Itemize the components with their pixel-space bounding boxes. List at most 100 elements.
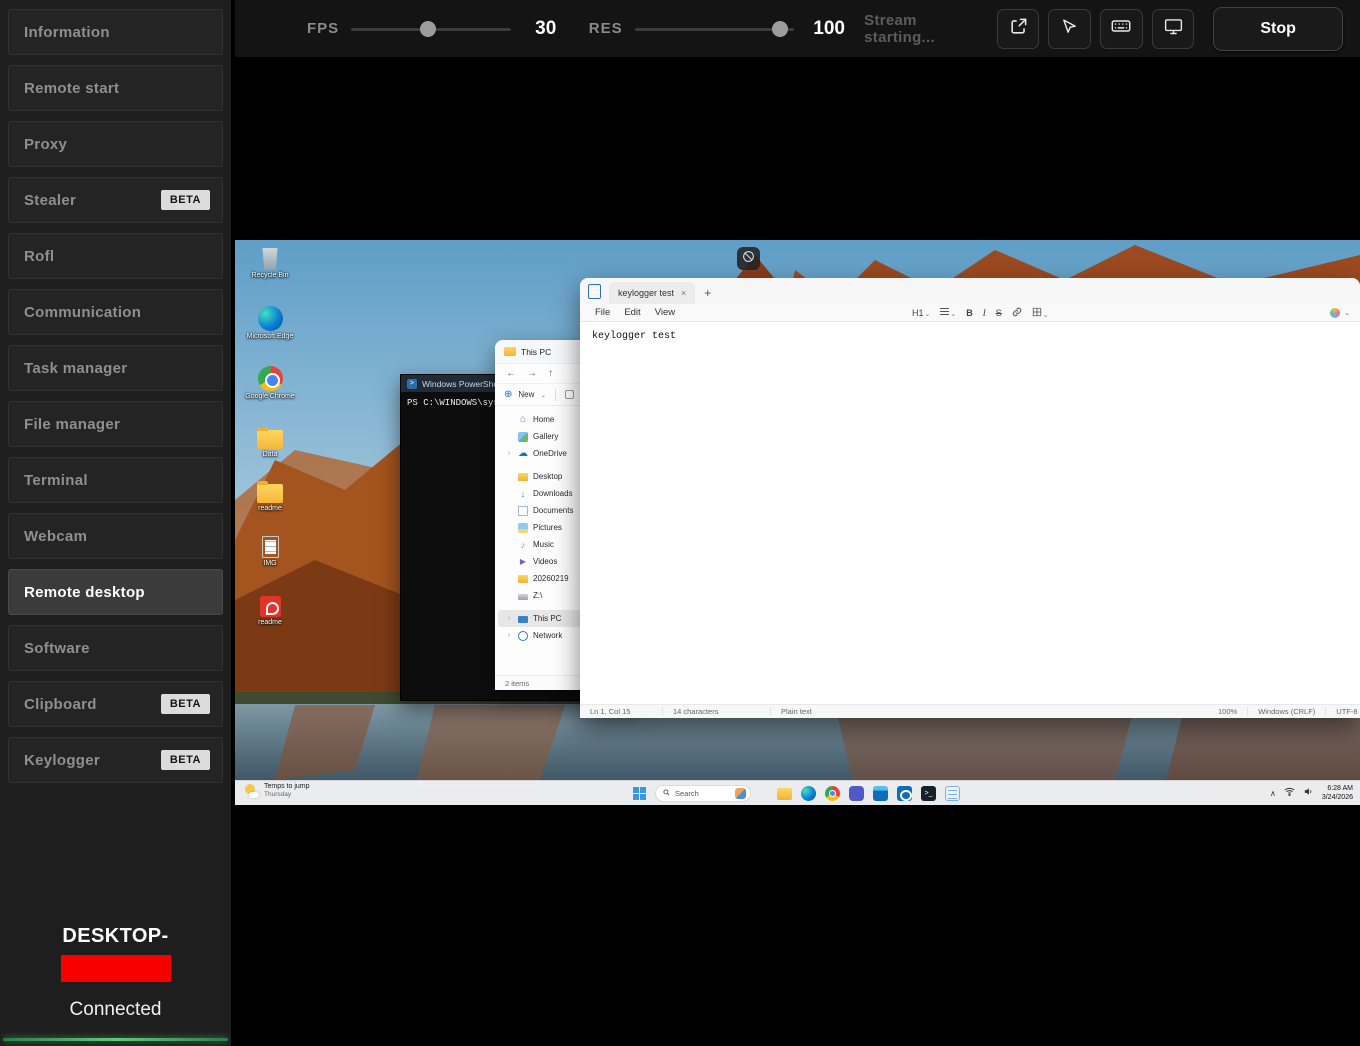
tab-close-icon[interactable]: × — [681, 288, 686, 298]
res-slider-thumb[interactable] — [772, 21, 788, 37]
cursor-icon — [1061, 18, 1078, 40]
keyboard-control-button[interactable] — [1100, 9, 1143, 49]
copilot-button[interactable]: ⌄ — [1330, 308, 1350, 318]
new-button[interactable]: New — [518, 390, 534, 399]
taskbar-edge-icon[interactable] — [801, 786, 816, 801]
taskbar-chrome-icon[interactable] — [825, 786, 840, 801]
desktop-folder-icon — [518, 473, 528, 481]
desktop-icon-chrome[interactable]: Google Chrome — [241, 366, 299, 401]
volume-icon[interactable] — [1303, 784, 1314, 802]
notepad-editor[interactable]: keylogger test — [580, 322, 1360, 704]
menu-view[interactable]: View — [648, 307, 682, 318]
onedrive-cloud-icon: ☁ — [518, 449, 528, 459]
stream-toolbar: FPS 30 RES 100 Stream starting... — [235, 0, 1360, 57]
encoding: UTF-8 — [1325, 707, 1360, 716]
sidebar-item-label: Communication — [24, 304, 141, 321]
sidebar-item-remote-desktop[interactable]: Remote desktop — [8, 569, 223, 615]
beta-badge: BETA — [161, 190, 210, 210]
res-slider-track[interactable] — [635, 28, 795, 31]
taskbar-terminal-icon[interactable]: >_ — [921, 786, 936, 801]
explorer-item-count: 2 items — [505, 679, 529, 688]
new-tab-button[interactable]: + — [704, 286, 711, 300]
sidebar: Information Remote start Proxy StealerBE… — [0, 0, 233, 1046]
sidebar-item-information[interactable]: Information — [8, 9, 223, 55]
sidebar-item-keylogger[interactable]: KeyloggerBETA — [8, 737, 223, 783]
clock-time: 6:28 AM — [1322, 784, 1353, 793]
strikethrough-button[interactable]: S — [996, 308, 1002, 318]
taskbar-search[interactable]: Search — [655, 785, 751, 802]
cut-icon[interactable] — [565, 390, 574, 399]
sidebar-item-proxy[interactable]: Proxy — [8, 121, 223, 167]
desktop-icon-pdf[interactable]: readme — [241, 594, 299, 627]
list-button[interactable]: ⌄ — [940, 308, 956, 318]
sidebar-item-label: Information — [24, 24, 110, 41]
link-button[interactable] — [1012, 307, 1022, 319]
sidebar-item-label: File manager — [24, 416, 120, 433]
back-icon[interactable]: ← — [506, 368, 516, 379]
stop-button[interactable]: Stop — [1213, 7, 1343, 51]
bold-button[interactable]: B — [966, 308, 973, 318]
forward-icon[interactable]: → — [527, 368, 537, 379]
desktop-icon-folder-2[interactable]: readme — [241, 480, 299, 513]
sidebar-item-clipboard[interactable]: ClipboardBETA — [8, 681, 223, 727]
sidebar-item-communication[interactable]: Communication — [8, 289, 223, 335]
chevron-down-icon: ⌄ — [540, 391, 546, 399]
table-button[interactable]: ⌄ — [1032, 307, 1049, 319]
menu-file[interactable]: File — [588, 307, 617, 318]
hostname-label: DESKTOP- — [62, 925, 168, 948]
powershell-title: Windows PowerShell — [422, 379, 502, 389]
popout-button[interactable] — [997, 9, 1040, 49]
sidebar-item-terminal[interactable]: Terminal — [8, 457, 223, 503]
taskbar-outlook-icon[interactable] — [897, 786, 912, 801]
weather-icon — [245, 784, 259, 798]
sidebar-item-webcam[interactable]: Webcam — [8, 513, 223, 559]
taskbar-weather-widget[interactable]: Temps to jump Thursday — [245, 783, 310, 799]
network-icon[interactable] — [1284, 784, 1295, 802]
res-slider[interactable] — [635, 20, 795, 38]
sidebar-item-task-manager[interactable]: Task manager — [8, 345, 223, 391]
taskbar-store-icon[interactable] — [873, 786, 888, 801]
zoom-level[interactable]: 100% — [1208, 707, 1247, 716]
drive-icon — [518, 594, 528, 600]
sidebar-item-stealer[interactable]: StealerBETA — [8, 177, 223, 223]
sidebar-item-software[interactable]: Software — [8, 625, 223, 671]
pdf-icon — [260, 596, 281, 617]
fps-slider[interactable] — [351, 20, 511, 38]
tray-chevron-up-icon[interactable]: ∧ — [1270, 789, 1276, 798]
sidebar-item-remote-start[interactable]: Remote start — [8, 65, 223, 111]
desktop-icon-recycle-bin[interactable]: Recycle Bin — [241, 248, 299, 280]
search-highlight-icon — [735, 788, 746, 799]
notepad-titlebar[interactable]: keylogger test × + — [580, 278, 1360, 304]
taskbar-file-explorer-icon[interactable] — [777, 788, 792, 800]
taskbar-clock[interactable]: 6:28 AM 3/24/2026 — [1322, 784, 1353, 802]
notepad-window[interactable]: keylogger test × + File Edit View H1⌄ ⌄ … — [580, 278, 1360, 718]
up-icon[interactable]: ↑ — [548, 368, 553, 379]
taskbar-notepad-icon[interactable] — [945, 786, 960, 801]
menu-edit[interactable]: Edit — [617, 307, 647, 318]
italic-button[interactable]: I — [983, 308, 986, 318]
fps-slider-thumb[interactable] — [420, 21, 436, 37]
notepad-format-toolbar: H1⌄ ⌄ B I S ⌄ — [912, 304, 1049, 322]
sidebar-item-label: Task manager — [24, 360, 127, 377]
start-button[interactable] — [633, 787, 646, 800]
sidebar-item-file-manager[interactable]: File manager — [8, 401, 223, 447]
beta-badge: BETA — [161, 750, 210, 770]
fps-label: FPS — [307, 20, 339, 37]
taskbar-teams-icon[interactable] — [849, 786, 864, 801]
desktop-icon-label: Recycle Bin — [252, 272, 289, 280]
notepad-tab[interactable]: keylogger test × — [609, 282, 695, 304]
new-item-icon[interactable]: ⊕ — [504, 389, 512, 400]
notepad-status-bar: Ln 1, Col 15 14 characters Plain text 10… — [580, 704, 1360, 718]
taskbar-app-icons: >_ — [777, 786, 960, 801]
display-button[interactable] — [1152, 9, 1195, 49]
cursor-control-button[interactable] — [1048, 9, 1091, 49]
desktop-icon-label: readme — [258, 505, 282, 513]
sidebar-item-rofl[interactable]: Rofl — [8, 233, 223, 279]
heading-button[interactable]: H1⌄ — [912, 308, 930, 318]
desktop-icon-document[interactable]: IMG — [241, 536, 299, 568]
desktop-icon-edge[interactable]: Microsoft Edge — [241, 306, 299, 341]
this-pc-icon — [518, 616, 528, 623]
chevron-right-icon: › — [508, 615, 513, 622]
desktop-icon-folder-1[interactable]: Data — [241, 426, 299, 459]
remote-desktop-stream[interactable]: Recycle Bin Microsoft Edge Google Chrome… — [235, 240, 1360, 805]
